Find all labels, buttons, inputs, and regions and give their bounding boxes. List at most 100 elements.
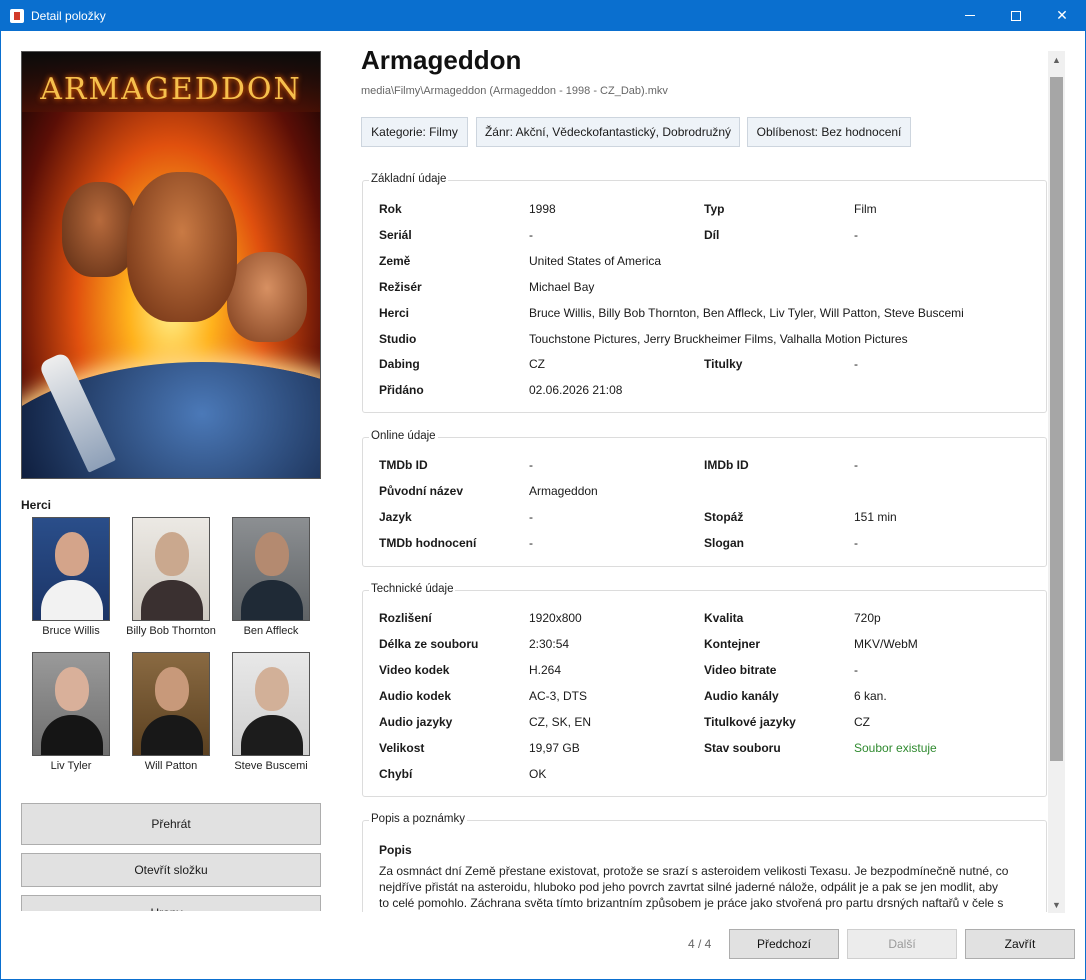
field-label: Video bitrate [704, 663, 777, 677]
field-value: - [854, 663, 858, 677]
genre-tag: Žánr: Akční, Vědeckofantastický, Dobrodr… [476, 117, 740, 147]
info-row: Rok 1998 Typ Film [363, 202, 1046, 222]
field-label: IMDb ID [704, 458, 749, 472]
field-label: Stopáž [704, 510, 744, 524]
actor-name: Liv Tyler [50, 760, 92, 772]
previous-button[interactable]: Předchozí [729, 929, 839, 959]
field-label: Dabing [379, 357, 420, 371]
field-label: Video kodek [379, 663, 450, 677]
maximize-icon [1011, 10, 1021, 21]
field-value: Bruce Willis, Billy Bob Thornton, Ben Af… [529, 306, 964, 320]
info-row: Země United States of America [363, 254, 1046, 274]
field-label: Seriál [379, 228, 412, 242]
cast-item[interactable]: Liv Tyler [21, 652, 121, 772]
window-title: Detail položky [31, 8, 106, 23]
group-title: Popis a poznámky [369, 813, 467, 825]
info-row: Jazyk - Stopáž 151 min [363, 510, 1046, 530]
field-label: Titulkové jazyky [704, 715, 796, 729]
field-label: Audio jazyky [379, 715, 453, 729]
field-value: - [854, 357, 858, 371]
actor-name: Steve Buscemi [234, 760, 308, 772]
notes-viewport: Popis a poznámky Popis Za osmnáct dní Ze… [355, 805, 1050, 912]
field-value: CZ, SK, EN [529, 715, 592, 729]
cast-heading: Herci [21, 498, 52, 512]
info-row: Velikost 19,97 GB Stav souboru Soubor exist… [363, 741, 1046, 761]
minimize-button[interactable] [947, 0, 993, 31]
next-button[interactable]: Další [847, 929, 957, 959]
field-label: Audio kodek [379, 689, 452, 703]
cast-item[interactable]: Steve Buscemi [221, 652, 321, 772]
scroll-thumb[interactable] [1050, 77, 1063, 761]
actor-photo [132, 517, 210, 621]
open-folder-button[interactable]: Otevřít složku [21, 853, 321, 887]
close-icon: ✕ [1056, 7, 1068, 23]
scroll-down-icon[interactable]: ▼ [1048, 896, 1065, 913]
info-row: Rozlišení 1920x800 Kvalita 720p [363, 611, 1046, 631]
scroll-up-icon[interactable]: ▲ [1048, 51, 1065, 68]
actor-photo [32, 517, 110, 621]
info-row: TMDb ID - IMDb ID - [363, 458, 1046, 478]
field-value: - [529, 228, 533, 242]
side-button-clip: Hrany... [21, 895, 321, 911]
category-tag: Kategorie: Filmy [361, 117, 468, 147]
item-counter: 4 / 4 [688, 937, 712, 951]
field-value: 151 min [854, 510, 897, 524]
info-row: Audio kodek AC-3, DTS Audio kanály 6 kan. [363, 689, 1046, 709]
field-value: OK [529, 767, 547, 781]
maximize-button[interactable] [993, 0, 1039, 31]
cast-item[interactable]: Bruce Willis [21, 517, 121, 637]
cast-item[interactable]: Ben Affleck [221, 517, 321, 637]
title-bar: Detail položky ✕ [0, 0, 1086, 31]
field-label: Stav souboru [704, 741, 781, 755]
info-row: Chybí OK [363, 767, 1046, 787]
field-label: Režisér [379, 280, 422, 294]
field-label: Herci [379, 306, 410, 320]
info-row: Seriál - Díl - [363, 228, 1046, 248]
field-label: Slogan [704, 536, 745, 550]
notes-group: Popis a poznámky Popis Za osmnáct dní Ze… [362, 813, 1047, 912]
field-value: - [529, 536, 533, 550]
info-row: Přidáno 02.06.2026 21:08 [363, 383, 1046, 403]
minimize-icon [965, 15, 975, 16]
cast-item[interactable]: Will Patton [121, 652, 221, 772]
field-label: Rozlišení [379, 611, 432, 625]
movie-poster: ARMAGEDDON [21, 51, 321, 479]
field-value: 1920x800 [529, 611, 582, 625]
field-label: Kvalita [704, 611, 744, 625]
online-info-group: Online údaje TMDb ID - IMDb ID - Původní ná… [362, 430, 1047, 567]
actor-name: Bruce Willis [42, 625, 100, 637]
play-button[interactable]: Přehrát [21, 803, 321, 845]
field-label: TMDb ID [379, 458, 428, 472]
field-label: Chybí [379, 767, 413, 781]
field-label: Titulky [704, 357, 743, 371]
info-row: Původní název Armageddon [363, 484, 1046, 504]
technical-info-group: Technické údaje Rozlišení 1920x800 Kvalita… [362, 583, 1047, 797]
group-title: Online údaje [369, 430, 438, 442]
poster-title: ARMAGEDDON [40, 72, 302, 107]
field-label: Země [379, 254, 411, 268]
poster-face [62, 182, 137, 277]
field-value: - [854, 458, 858, 472]
field-value: CZ [854, 715, 870, 729]
close-window-button[interactable]: ✕ [1039, 0, 1085, 31]
cast-item[interactable]: Billy Bob Thornton [121, 517, 221, 637]
actor-name: Ben Affleck [243, 625, 299, 637]
field-label: Velikost [379, 741, 425, 755]
field-label: Původní název [379, 484, 464, 498]
info-row: TMDb hodnocení - Slogan - [363, 536, 1046, 556]
movie-path: media\Filmy\Armageddon (Armageddon - 199… [361, 85, 668, 97]
field-label: Studio [379, 332, 417, 346]
close-button[interactable]: Zavřít [965, 929, 1075, 959]
field-value: H.264 [529, 663, 562, 677]
field-label: Rok [379, 202, 402, 216]
third-action-button[interactable]: Hrany... [21, 895, 321, 911]
field-value: 19,97 GB [529, 741, 580, 755]
info-row: Studio Touchstone Pictures, Jerry Bruckhe… [363, 332, 1046, 352]
field-value: MKV/WebM [854, 637, 918, 651]
actor-name: Billy Bob Thornton [126, 625, 216, 637]
field-value: - [529, 510, 533, 524]
field-label: Kontejner [704, 637, 761, 651]
vertical-scrollbar[interactable]: ▲ ▼ [1048, 51, 1065, 913]
poster-face [127, 172, 237, 322]
group-title: Základní údaje [369, 173, 449, 185]
